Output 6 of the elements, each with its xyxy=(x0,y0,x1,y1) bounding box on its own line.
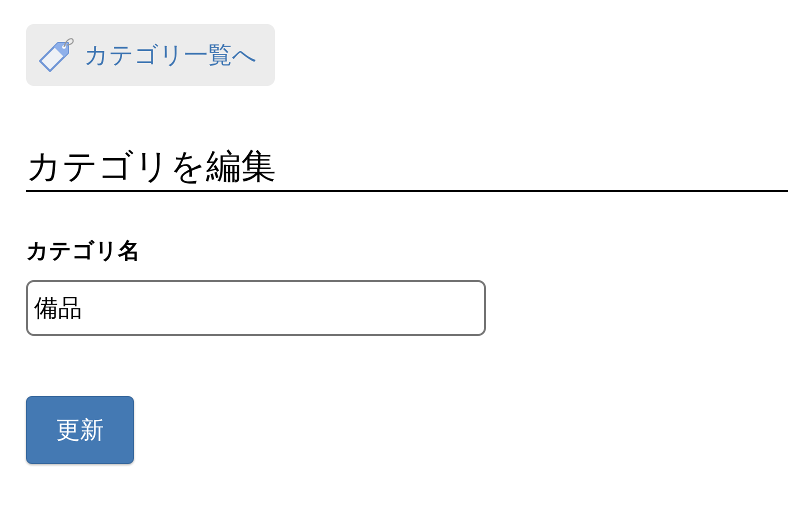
field-label: カテゴリ名 xyxy=(26,238,140,266)
page-heading: カテゴリを編集 xyxy=(26,146,788,192)
category-name-field[interactable]: 備品 xyxy=(26,280,486,336)
tag-icon xyxy=(36,35,76,75)
update-button[interactable]: 更新 xyxy=(26,396,134,464)
category-list-link[interactable]: カテゴリ一覧へ xyxy=(26,24,275,86)
